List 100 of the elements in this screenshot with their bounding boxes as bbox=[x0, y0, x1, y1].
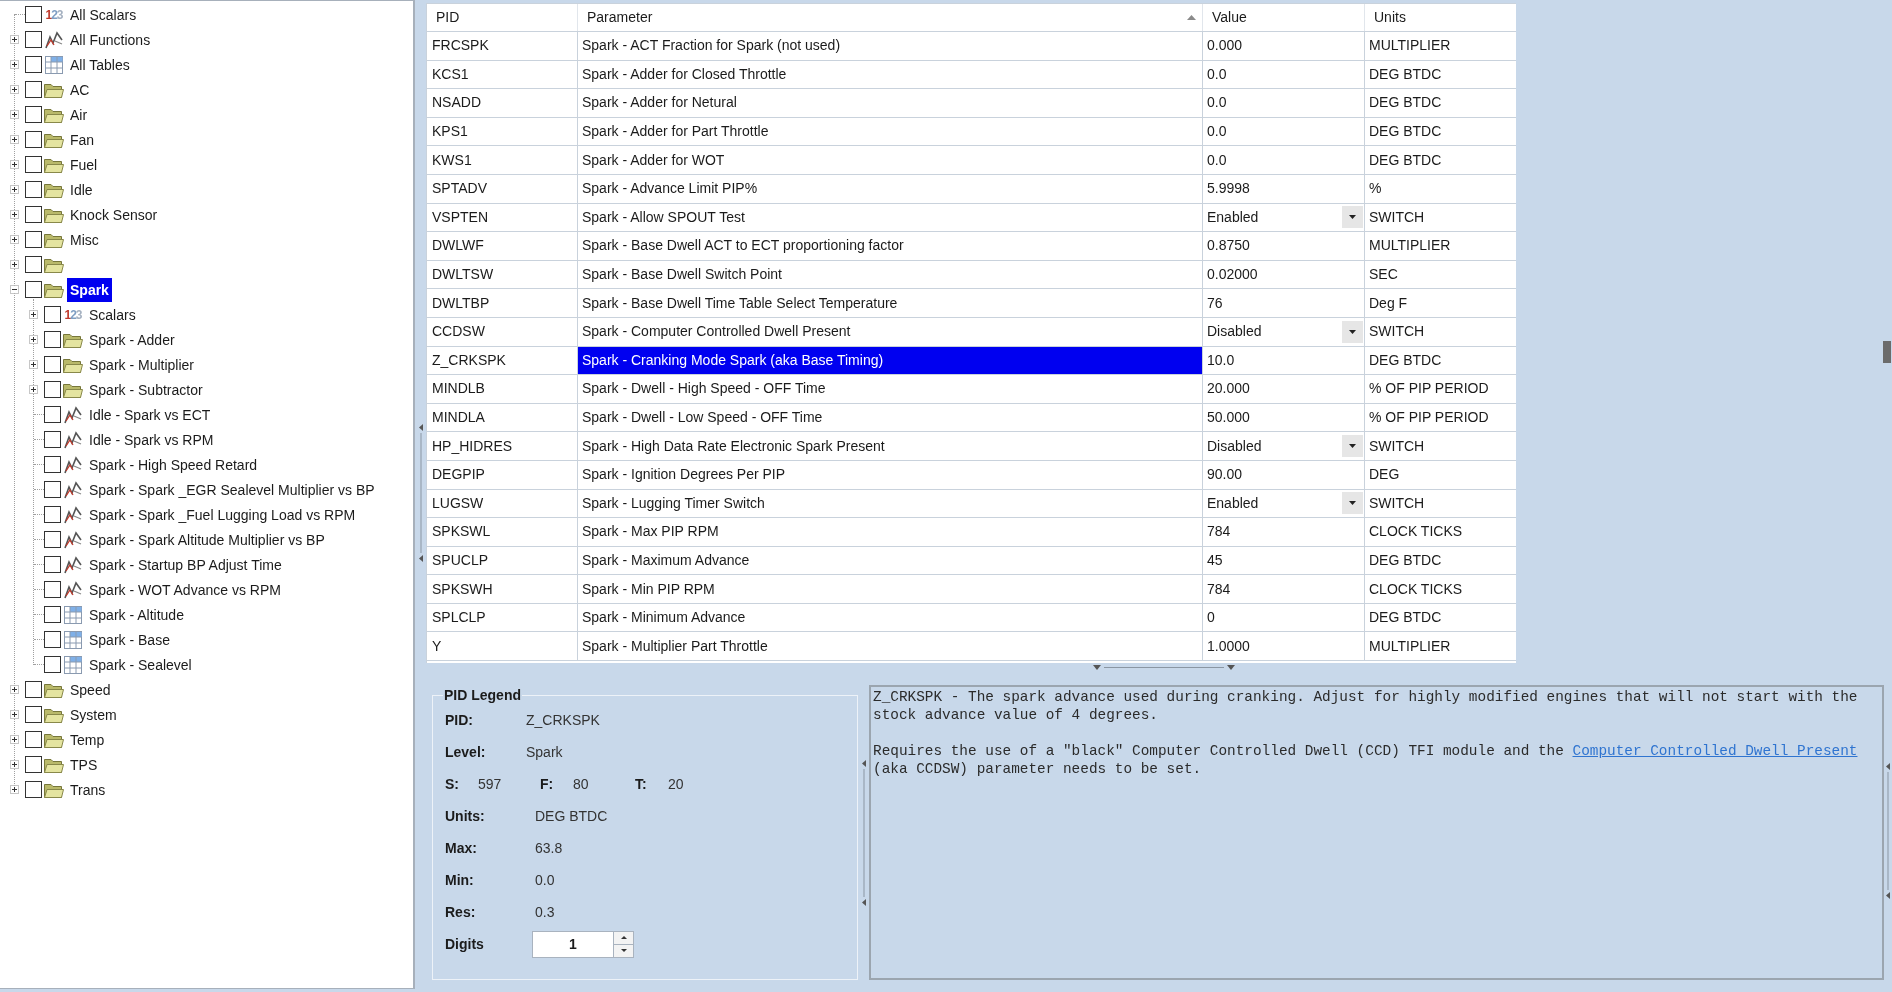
folder-icon bbox=[44, 731, 64, 748]
grid-icon bbox=[45, 55, 63, 74]
splitter-handle[interactable] bbox=[1093, 664, 1235, 671]
expand-icon[interactable] bbox=[29, 310, 38, 319]
checkbox[interactable] bbox=[44, 581, 61, 598]
graph-icon bbox=[64, 430, 82, 449]
expand-icon[interactable] bbox=[10, 185, 19, 194]
checkbox[interactable] bbox=[44, 606, 61, 623]
graph-icon bbox=[64, 580, 82, 599]
spin-down-button[interactable] bbox=[614, 944, 634, 958]
checkbox[interactable] bbox=[44, 506, 61, 523]
dropdown-button[interactable] bbox=[1342, 492, 1363, 515]
expand-icon[interactable] bbox=[10, 210, 19, 219]
folder-icon bbox=[63, 356, 83, 373]
checkbox[interactable] bbox=[25, 6, 42, 23]
checkbox[interactable] bbox=[44, 306, 61, 323]
grid-icon bbox=[64, 655, 82, 674]
checkbox[interactable] bbox=[44, 456, 61, 473]
expand-icon[interactable] bbox=[10, 710, 19, 719]
checkbox[interactable] bbox=[44, 331, 61, 348]
field-value: Z_CRKSPK bbox=[526, 710, 600, 730]
spin-up-button[interactable] bbox=[614, 930, 634, 944]
checkbox[interactable] bbox=[44, 481, 61, 498]
checkbox[interactable] bbox=[25, 256, 42, 273]
expand-icon[interactable] bbox=[10, 35, 19, 44]
tree-item[interactable]: Spark bbox=[67, 277, 112, 302]
expand-icon[interactable] bbox=[10, 235, 19, 244]
folder-icon bbox=[44, 681, 64, 698]
field-label: Units: bbox=[445, 806, 486, 826]
numbers-icon: 123 bbox=[45, 7, 63, 22]
grid-icon bbox=[64, 630, 82, 649]
checkbox[interactable] bbox=[44, 556, 61, 573]
collapse-icon[interactable] bbox=[10, 285, 19, 294]
checkbox[interactable] bbox=[25, 756, 42, 773]
field-value: DEG BTDC bbox=[535, 806, 608, 826]
folder-icon bbox=[44, 131, 64, 148]
checkbox[interactable] bbox=[25, 131, 42, 148]
expand-icon[interactable] bbox=[10, 60, 19, 69]
splitter-handle[interactable] bbox=[860, 760, 867, 906]
splitter-handle[interactable] bbox=[417, 424, 424, 562]
checkbox[interactable] bbox=[25, 56, 42, 73]
folder-icon bbox=[63, 331, 83, 348]
field-value: 63.8 bbox=[535, 838, 563, 858]
expand-icon[interactable] bbox=[10, 785, 19, 794]
graph-icon bbox=[64, 455, 82, 474]
checkbox[interactable] bbox=[44, 656, 61, 673]
checkbox[interactable] bbox=[25, 681, 42, 698]
expand-icon[interactable] bbox=[10, 110, 19, 119]
checkbox[interactable] bbox=[44, 531, 61, 548]
folder-icon bbox=[44, 156, 64, 173]
checkbox[interactable] bbox=[25, 206, 42, 223]
checkbox[interactable] bbox=[25, 156, 42, 173]
checkbox[interactable] bbox=[25, 731, 42, 748]
checkbox[interactable] bbox=[25, 706, 42, 723]
splitter-handle[interactable] bbox=[1885, 763, 1891, 899]
field-label: Level: bbox=[445, 742, 487, 762]
expand-icon[interactable] bbox=[10, 85, 19, 94]
caret-icon bbox=[1349, 215, 1356, 220]
checkbox[interactable] bbox=[25, 181, 42, 198]
checkbox[interactable] bbox=[44, 381, 61, 398]
caret-icon bbox=[1349, 501, 1356, 506]
expand-icon[interactable] bbox=[10, 260, 19, 269]
graph-icon bbox=[64, 480, 82, 499]
folder-icon bbox=[44, 206, 64, 223]
field-label: S: bbox=[445, 774, 460, 794]
checkbox[interactable] bbox=[44, 631, 61, 648]
checkbox[interactable] bbox=[25, 31, 42, 48]
folder-icon bbox=[44, 256, 64, 273]
folder-icon bbox=[44, 756, 64, 773]
checkbox[interactable] bbox=[44, 406, 61, 423]
checkbox[interactable] bbox=[25, 781, 42, 798]
checkbox[interactable] bbox=[44, 356, 61, 373]
checkbox[interactable] bbox=[25, 231, 42, 248]
dropdown-button[interactable] bbox=[1342, 206, 1363, 229]
caret-icon bbox=[1349, 444, 1356, 449]
checkbox[interactable] bbox=[25, 106, 42, 123]
dropdown-button[interactable] bbox=[1342, 320, 1363, 343]
folder-icon bbox=[44, 106, 64, 123]
description-text: Requires the use of a "black" Computer Controlled Dwell (CCD) TFI module and the Computer Controlled Dwell Present (aka CCDSW) parameter needs to be set. bbox=[873, 742, 1859, 778]
field-label: F: bbox=[540, 774, 555, 794]
checkbox[interactable] bbox=[44, 431, 61, 448]
expand-icon[interactable] bbox=[29, 360, 38, 369]
expand-icon[interactable] bbox=[10, 685, 19, 694]
scrollbar-thumb[interactable] bbox=[1883, 341, 1891, 363]
caret-down-icon bbox=[620, 949, 627, 953]
field-value: 80 bbox=[573, 774, 590, 794]
expand-icon[interactable] bbox=[10, 135, 19, 144]
checkbox[interactable] bbox=[25, 281, 42, 298]
folder-icon bbox=[44, 706, 64, 723]
expand-icon[interactable] bbox=[29, 385, 38, 394]
folder-icon bbox=[44, 781, 64, 798]
expand-icon[interactable] bbox=[10, 160, 19, 169]
expand-icon[interactable] bbox=[29, 335, 38, 344]
expand-icon[interactable] bbox=[10, 760, 19, 769]
graph-icon bbox=[64, 555, 82, 574]
folder-icon bbox=[63, 381, 83, 398]
dropdown-button[interactable] bbox=[1342, 435, 1363, 458]
checkbox[interactable] bbox=[25, 81, 42, 98]
number-field[interactable]: 1 bbox=[532, 930, 614, 958]
expand-icon[interactable] bbox=[10, 735, 19, 744]
